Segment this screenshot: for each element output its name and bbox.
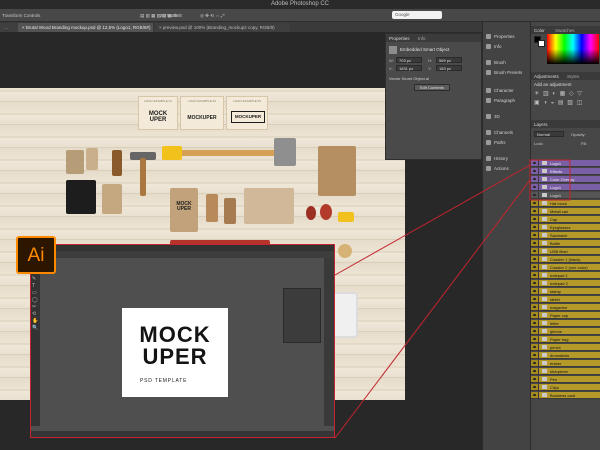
illustrator-right-dock[interactable] [324, 258, 334, 426]
illustrator-logo: Ai [16, 236, 56, 274]
illustrator-floating-panel [283, 288, 321, 343]
mock-line-2: UPER [142, 344, 208, 369]
mock-line-1: MOCK [139, 322, 211, 347]
layer-highlight-box [529, 159, 571, 201]
illustrator-tools-panel[interactable]: ↖↗✎T▭◯✂⟲✋🔍 [31, 258, 40, 426]
connector-line-top [334, 164, 531, 276]
connector-line-bottom [334, 179, 531, 439]
illustrator-status-bar [31, 431, 334, 437]
psd-template-subtitle: PSD TEMPLATE [140, 378, 188, 384]
illustrator-artboard[interactable]: MOCK UPER PSD TEMPLATE [122, 308, 228, 397]
illustrator-logo-text: Ai [27, 245, 45, 266]
illustrator-window: ↖↗✎T▭◯✂⟲✋🔍 MOCK UPER PSD TEMPLATE [30, 244, 335, 438]
illustrator-control-bar [31, 251, 334, 258]
